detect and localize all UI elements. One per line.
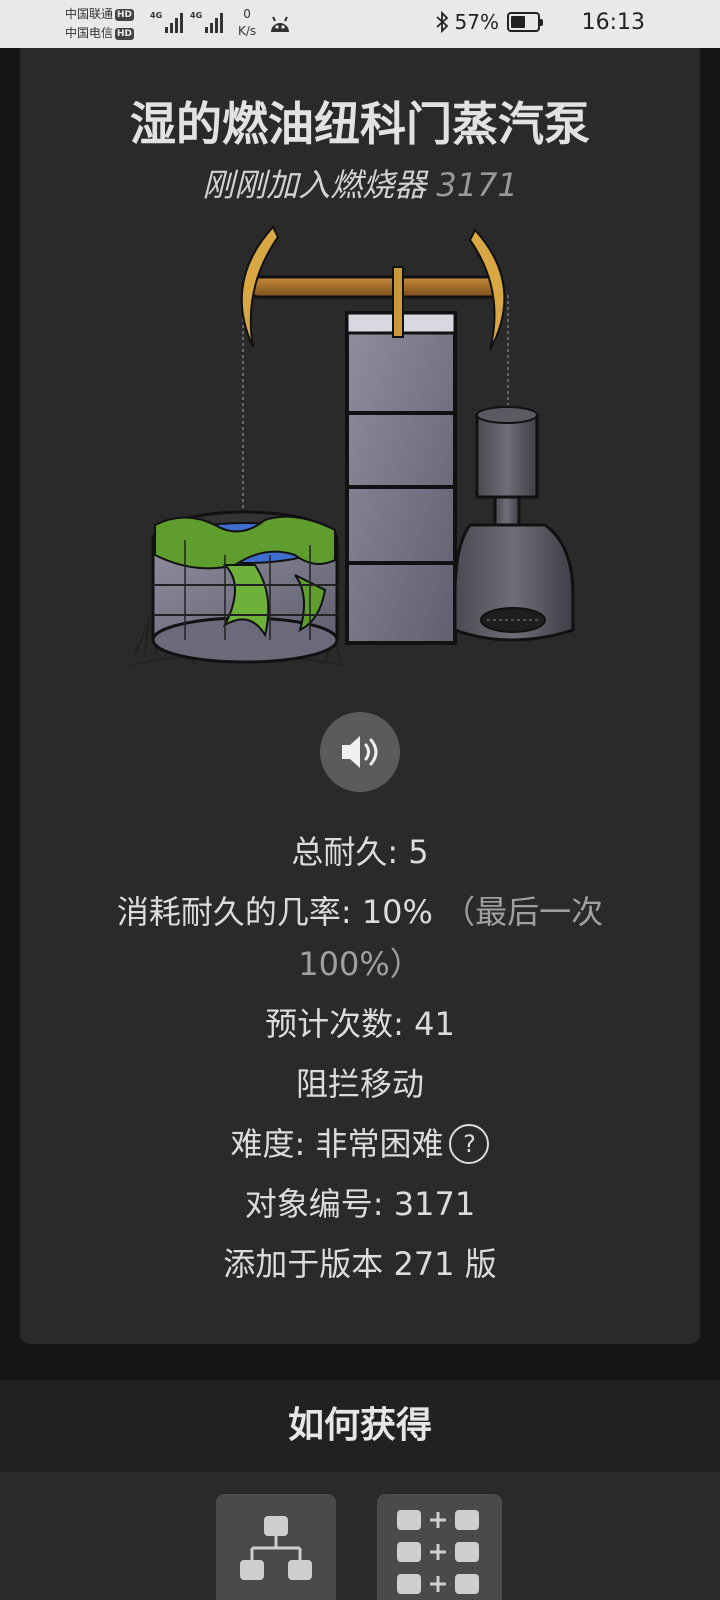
stone-tower bbox=[345, 311, 457, 645]
battery-fill bbox=[511, 16, 525, 28]
item-illustration bbox=[129, 225, 575, 666]
carrier-info: 中国联通 HD 中国电信 HD bbox=[65, 5, 135, 43]
item-stats: 总耐久: 5 消耗耐久的几率: 10% （最后一次 100%） 预计次数: 41… bbox=[0, 822, 720, 1294]
hd-badge: HD bbox=[115, 28, 135, 40]
subtitle-id: 3171 bbox=[436, 166, 518, 204]
net-speed: 0 K/s bbox=[238, 6, 256, 40]
item-title: 湿的燃油纽科门蒸汽泵 bbox=[130, 97, 590, 151]
carrier-1: 中国联通 bbox=[65, 7, 114, 21]
stat-expected-uses: 预计次数: 41 bbox=[265, 1005, 455, 1043]
item-subtitle: 刚刚加入燃烧器 3171 bbox=[0, 160, 720, 206]
status-bar: 中国联通 HD 中国电信 HD 4G 4G 0 K/s 57% 16:13 bbox=[0, 0, 720, 48]
how-to-obtain-heading: 如何获得 bbox=[0, 1380, 720, 1472]
signal-icon: 4G bbox=[190, 11, 224, 33]
tech-tree-icon bbox=[240, 1516, 312, 1580]
difficulty-value: 难度: 非常困难 bbox=[230, 1125, 444, 1163]
stat-blocks-movement: 阻拦移动 bbox=[295, 1065, 424, 1103]
signal-icon: 4G bbox=[150, 11, 184, 33]
status-right: 57% bbox=[435, 10, 543, 34]
stone-well bbox=[151, 510, 339, 664]
consume-chance-value: 消耗耐久的几率: 10% bbox=[116, 893, 433, 931]
difficulty-help-icon[interactable]: ? bbox=[449, 1124, 490, 1164]
subtitle-text: 刚刚加入燃烧器 bbox=[202, 166, 427, 204]
net-speed-value: 0 bbox=[243, 7, 251, 21]
network-type: 4G bbox=[150, 11, 163, 20]
clock: 16:13 bbox=[581, 10, 645, 35]
speaker-icon bbox=[342, 736, 378, 768]
battery-icon bbox=[507, 12, 543, 32]
stat-object-id: 对象编号: 3171 bbox=[244, 1185, 476, 1223]
recipe-button[interactable] bbox=[377, 1494, 502, 1600]
stat-durability: 总耐久: 5 bbox=[291, 833, 429, 871]
network-type: 4G bbox=[190, 11, 203, 20]
stat-added-version: 添加于版本 271 版 bbox=[223, 1245, 497, 1283]
net-speed-unit: K/s bbox=[238, 24, 257, 38]
carrier-2: 中国电信 bbox=[65, 26, 114, 40]
boiler bbox=[453, 406, 575, 642]
consume-chance-note-cont: 100%） bbox=[298, 945, 422, 983]
play-sound-button[interactable] bbox=[320, 712, 400, 792]
hd-badge: HD bbox=[115, 9, 135, 21]
bluetooth-icon bbox=[435, 11, 448, 33]
stat-consume-chance: 消耗耐久的几率: 10% （最后一次 bbox=[0, 882, 720, 942]
recipe-grid-icon bbox=[397, 1510, 479, 1594]
battery-percent: 57% bbox=[454, 10, 499, 34]
how-to-obtain-body bbox=[0, 1472, 720, 1600]
tech-tree-button[interactable] bbox=[216, 1494, 336, 1600]
android-debug-icon bbox=[271, 16, 289, 32]
stat-difficulty: 难度: 非常困难? bbox=[0, 1114, 720, 1174]
consume-chance-note: （最后一次 bbox=[443, 893, 604, 931]
